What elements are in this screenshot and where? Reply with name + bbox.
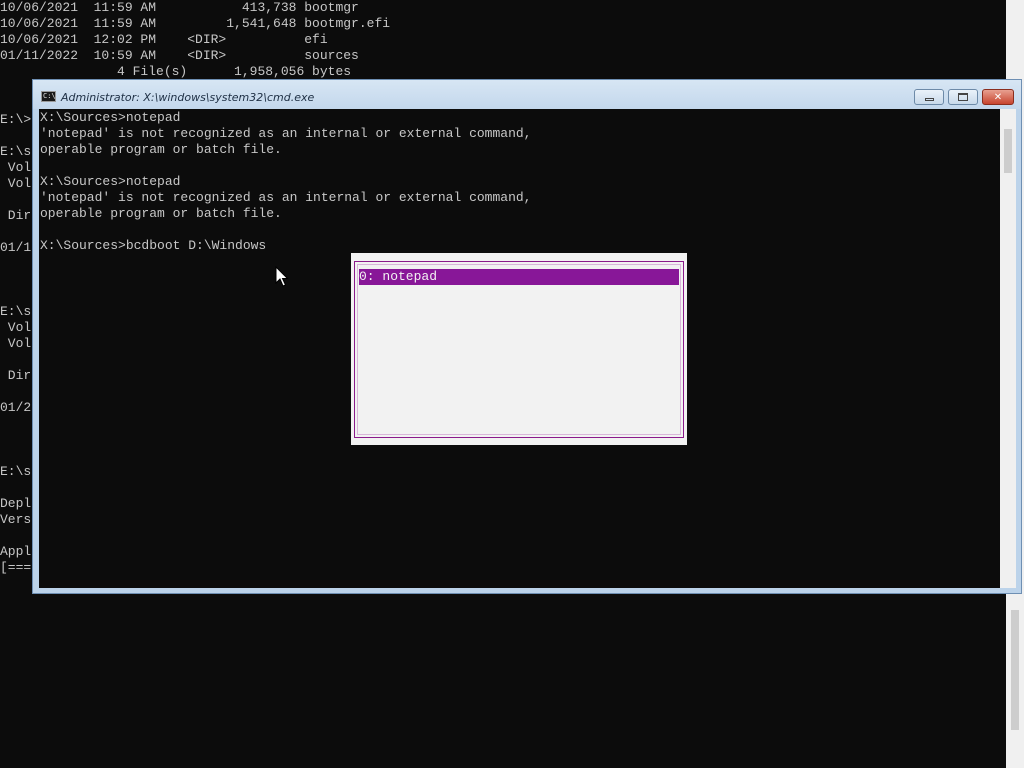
close-icon: ✕ xyxy=(993,91,1003,103)
popup-frame xyxy=(354,261,684,438)
window-title: Administrator: X:\windows\system32\cmd.e… xyxy=(61,91,315,104)
console-line: X:\Sources>notepad xyxy=(40,174,181,189)
maximize-button[interactable] xyxy=(948,89,978,105)
console-line: operable program or batch file. xyxy=(40,206,282,221)
console-line: X:\Sources>bcdboot D:\Windows xyxy=(40,238,267,253)
console-line: operable program or batch file. xyxy=(40,142,282,157)
cmd-window-icon[interactable]: C:\ xyxy=(41,91,56,102)
background-console-line: 4 File(s) 1,958,056 bytes xyxy=(0,64,352,79)
console-line: X:\Sources>notepad xyxy=(40,110,181,125)
background-console-line: 10/06/2021 11:59 AM 1,541,648 bootmgr.ef… xyxy=(0,16,391,31)
background-console-line: 01/11/2022 10:59 AM <DIR> sources xyxy=(0,48,359,63)
background-console-line: 10/06/2021 11:59 AM 413,738 bootmgr xyxy=(0,0,359,15)
mouse-pointer-icon xyxy=(275,266,289,287)
command-history-popup[interactable]: 0: notepad xyxy=(351,253,687,445)
background-console-line: 10/06/2021 12:02 PM <DIR> efi xyxy=(0,32,328,47)
console-lines: X:\Sources>notepad'notepad' is not recog… xyxy=(40,110,531,254)
minimize-button[interactable] xyxy=(914,89,944,105)
minimize-icon xyxy=(924,98,934,101)
close-button[interactable]: ✕ xyxy=(982,89,1014,105)
background-scrollbar-thumb[interactable] xyxy=(1011,610,1019,730)
console-scrollbar[interactable] xyxy=(1000,109,1016,588)
title-bar[interactable]: C:\ Administrator: X:\windows\system32\c… xyxy=(33,80,1021,109)
maximize-icon xyxy=(958,93,968,101)
console-line: 'notepad' is not recognized as an intern… xyxy=(40,126,532,141)
history-item-selected[interactable]: 0: notepad xyxy=(359,269,679,285)
console-scrollbar-thumb[interactable] xyxy=(1004,129,1012,173)
console-line: 'notepad' is not recognized as an intern… xyxy=(40,190,532,205)
